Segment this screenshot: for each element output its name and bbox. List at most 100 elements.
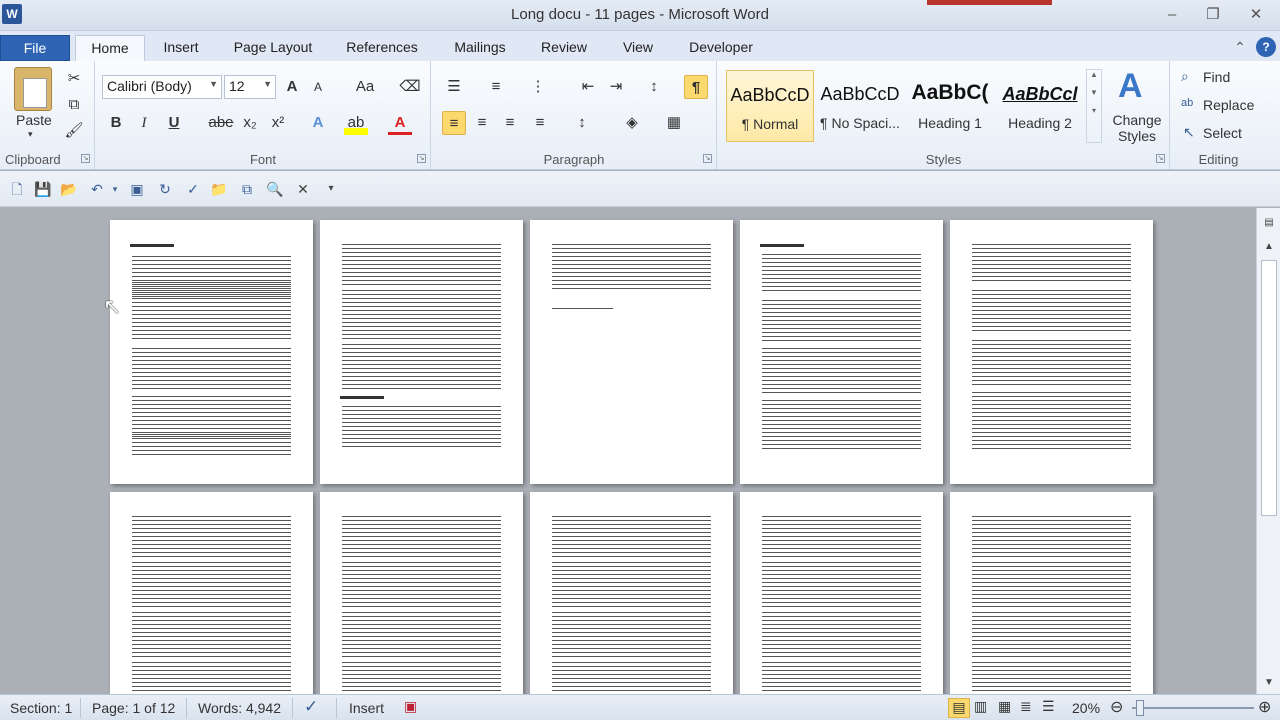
page-thumbnail[interactable] [740, 492, 943, 694]
section-indicator[interactable]: Section: 1 [10, 700, 72, 716]
tab-references[interactable]: References [336, 35, 428, 61]
replace-icon[interactable]: ab [1181, 97, 1193, 109]
page-thumbnail[interactable] [740, 220, 943, 484]
font-size-box[interactable]: 12 ▼ [224, 75, 276, 99]
vertical-scrollbar[interactable]: ▤ ▲ ▼ [1256, 208, 1280, 694]
highlight-icon[interactable]: ab [344, 111, 368, 135]
superscript-button[interactable]: x² [266, 111, 290, 135]
format-painter-icon[interactable]: 🖌 [62, 119, 86, 143]
tab-view[interactable]: View [612, 35, 664, 61]
outline-icon[interactable]: ≣ [1020, 698, 1032, 715]
sort-icon[interactable]: ↕ [642, 75, 666, 99]
zoom-in-icon[interactable]: ⊕ [1258, 697, 1271, 717]
page-thumbnail[interactable] [110, 492, 313, 694]
restore-button[interactable]: ❐ [1196, 4, 1230, 26]
macro-record-icon[interactable]: ▣ [404, 698, 417, 715]
folder-icon[interactable]: 📁 [208, 179, 230, 199]
close-button[interactable]: ✕ [1239, 4, 1273, 26]
bullets-icon[interactable]: ☰ [442, 75, 466, 99]
zoom-doc-icon[interactable]: 🔍 [264, 179, 286, 199]
full-screen-reading-icon[interactable]: ▥ [974, 698, 987, 715]
open-icon[interactable]: 📂 [58, 179, 80, 199]
font-name-box[interactable]: Calibri (Body) ▼ [102, 75, 222, 99]
help-icon[interactable]: ? [1256, 37, 1276, 57]
align-left-icon[interactable]: ≡ [442, 111, 466, 135]
page-thumbnail[interactable] [530, 220, 733, 484]
tab-page-layout[interactable]: Page Layout [222, 35, 324, 61]
font-size-dropdown-icon[interactable]: ▼ [263, 79, 272, 89]
line-spacing-icon[interactable]: ↕ [570, 111, 594, 135]
scroll-thumb[interactable] [1261, 260, 1277, 516]
document-area[interactable]: ↖ [0, 208, 1256, 694]
change-styles-button[interactable]: Change Styles [1110, 112, 1164, 144]
page-thumbnail[interactable] [950, 220, 1153, 484]
subscript-button[interactable]: x₂ [238, 111, 262, 135]
scroll-down-icon[interactable]: ▼ [1260, 674, 1278, 692]
web-layout-icon[interactable]: ▦ [998, 698, 1011, 715]
font-name-dropdown-icon[interactable]: ▼ [209, 79, 218, 89]
styles-scroll[interactable]: ▲ ▼ ▾ [1086, 69, 1102, 143]
font-color-button[interactable]: A [388, 111, 412, 135]
customize-qat-icon[interactable]: ▾ [320, 179, 342, 199]
tab-home[interactable]: Home [75, 35, 145, 61]
shrink-font-button[interactable]: A [306, 75, 330, 99]
copy-icon[interactable]: ⧉ [62, 93, 86, 117]
clear-formatting-icon[interactable]: ⌫ [398, 75, 422, 99]
page-thumbnail[interactable] [110, 220, 313, 484]
align-right-icon[interactable]: ≡ [498, 111, 522, 135]
align-center-icon[interactable]: ≡ [470, 111, 494, 135]
ruler-toggle-icon[interactable]: ▤ [1260, 214, 1278, 232]
zoom-slider-thumb[interactable] [1136, 700, 1144, 716]
justify-icon[interactable]: ≡ [528, 111, 552, 135]
page-thumbnail[interactable] [530, 492, 733, 694]
tab-mailings[interactable]: Mailings [442, 35, 518, 61]
style-normal[interactable]: AaBbCcD ¶ Normal [726, 70, 814, 142]
underline-button[interactable]: U [162, 111, 186, 135]
multilevel-list-icon[interactable]: ⋮ [526, 75, 550, 99]
select-icon[interactable]: ↖ [1183, 124, 1195, 141]
change-styles-icon[interactable]: A [1118, 67, 1143, 106]
page-thumbnail[interactable] [950, 492, 1153, 694]
insert-mode[interactable]: Insert [349, 700, 384, 716]
numbering-icon[interactable]: ≡ [484, 75, 508, 99]
copy-doc-icon[interactable]: ⧉ [236, 179, 258, 199]
clipboard-launcher-icon[interactable]: ↘ [81, 154, 90, 163]
paste-dropdown-icon[interactable]: ▾ [28, 129, 33, 140]
save-icon[interactable]: 💾 [32, 179, 54, 199]
paste-icon[interactable] [14, 67, 52, 111]
close-doc-icon[interactable]: ✕ [292, 179, 314, 199]
find-icon[interactable]: ⌕ [1181, 68, 1189, 85]
show-formatting-button[interactable]: ¶ [684, 75, 708, 99]
style-no-spacing[interactable]: AaBbCcD ¶ No Spaci... [816, 70, 904, 142]
paste-button[interactable]: Paste [16, 112, 52, 128]
paragraph-launcher-icon[interactable]: ↘ [703, 154, 712, 163]
strikethrough-button[interactable]: abe [206, 111, 236, 135]
cut-icon[interactable]: ✂ [62, 67, 86, 91]
bold-button[interactable]: B [104, 111, 128, 135]
select-button[interactable]: Select [1203, 125, 1242, 141]
new-document-icon[interactable]: 🗋 [6, 179, 28, 199]
increase-indent-icon[interactable]: ⇥ [604, 75, 628, 99]
proofing-icon[interactable]: ✓ [304, 697, 318, 717]
shading-icon[interactable]: ◈ [620, 111, 644, 135]
page-indicator[interactable]: Page: 1 of 12 [92, 700, 175, 716]
style-heading-1[interactable]: AaBbC( Heading 1 [906, 70, 994, 142]
change-case-button[interactable]: Aa [348, 75, 382, 99]
minimize-button[interactable]: – [1155, 4, 1189, 26]
print-layout-icon[interactable]: ▤ [948, 698, 970, 718]
decrease-indent-icon[interactable]: ⇤ [576, 75, 600, 99]
scroll-up-icon[interactable]: ▲ [1260, 238, 1278, 256]
text-effects-icon[interactable]: A [306, 111, 330, 135]
replace-button[interactable]: Replace [1203, 97, 1254, 113]
redo-icon[interactable]: ↻ [154, 179, 176, 199]
tab-review[interactable]: Review [532, 35, 596, 61]
print-preview-icon[interactable]: ▣ [126, 179, 148, 199]
styles-launcher-icon[interactable]: ↘ [1156, 154, 1165, 163]
grow-font-button[interactable]: A [280, 75, 304, 99]
zoom-slider[interactable] [1132, 707, 1254, 709]
zoom-level[interactable]: 20% [1072, 700, 1100, 716]
undo-dropdown-icon[interactable]: ▾ [104, 179, 126, 199]
font-launcher-icon[interactable]: ↘ [417, 154, 426, 163]
borders-icon[interactable]: ▦ [662, 111, 686, 135]
page-thumbnail[interactable] [320, 220, 523, 484]
